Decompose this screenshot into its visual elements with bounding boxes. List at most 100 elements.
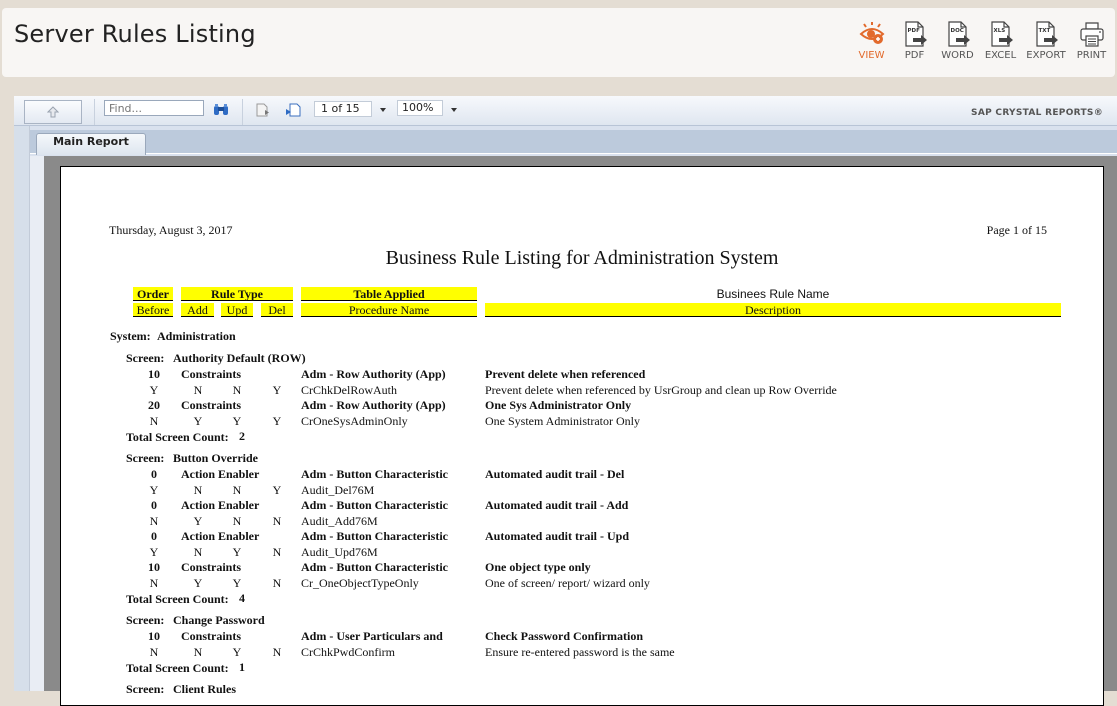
system-name: Administration — [157, 329, 236, 343]
rule-upd-flag: N — [232, 382, 242, 397]
viewer-toolbar: 1 of 15 100% SAP CRYSTAL REPORTS® — [14, 96, 1117, 126]
rule-type: Action Enabler — [181, 466, 260, 481]
rule-order: 10 — [148, 559, 160, 574]
group-tree-toggle[interactable] — [14, 126, 30, 691]
export-button[interactable]: TXT EXPORT — [1022, 20, 1070, 66]
col-header-del: Del — [261, 303, 293, 317]
rule-del-flag: Y — [272, 382, 282, 397]
search-button[interactable] — [212, 102, 230, 118]
page-title: Server Rules Listing — [14, 20, 256, 48]
total-screen-count-label: Total Screen Count: — [126, 660, 229, 675]
print-button[interactable]: PRINT — [1070, 20, 1113, 66]
rule-upd-flag: Y — [232, 575, 242, 590]
page-dropdown-arrow-icon[interactable] — [380, 108, 386, 112]
print-report-button[interactable] — [284, 102, 302, 118]
rule-type: Action Enabler — [181, 528, 260, 543]
rule-add-flag: N — [193, 482, 203, 497]
rule-table-applied: Adm - Row Authority (App) — [301, 397, 446, 412]
total-screen-count-label: Total Screen Count: — [126, 429, 229, 444]
left-panel — [30, 156, 44, 691]
rule-type: Constraints — [181, 397, 242, 412]
app-header: Server Rules Listing VIEW PDF PDF DOC WO… — [2, 8, 1115, 77]
excel-button[interactable]: XLS EXCEL — [979, 20, 1022, 66]
toolbar-separator — [94, 99, 95, 125]
rule-name: Automated audit trail - Del — [485, 466, 625, 481]
rule-description: Ensure re-entered password is the same — [485, 644, 675, 659]
toolbar-separator — [242, 99, 243, 125]
rule-del-flag: N — [272, 644, 282, 659]
rule-type: Constraints — [181, 366, 242, 381]
report-title: Business Rule Listing for Administration… — [385, 247, 779, 269]
print-label: PRINT — [1076, 50, 1107, 61]
col-header-rule-type: Rule Type — [181, 287, 293, 301]
rule-type: Constraints — [181, 628, 242, 643]
rule-add-flag: N — [193, 544, 203, 559]
col-header-before: Before — [133, 303, 173, 317]
pdf-button[interactable]: PDF PDF — [893, 20, 936, 66]
word-button[interactable]: DOC WORD — [936, 20, 979, 66]
rule-order: 20 — [148, 397, 160, 412]
rule-procedure-name: Audit_Upd76M — [301, 544, 378, 559]
rule-add-flag: N — [193, 382, 203, 397]
report-tabs: Main Report — [30, 130, 1117, 155]
printer-icon — [1079, 22, 1104, 47]
export-page-icon — [256, 103, 269, 117]
view-button[interactable]: VIEW — [850, 20, 893, 66]
view-label: VIEW — [858, 50, 885, 61]
screen-label: Screen: — [126, 613, 165, 627]
col-header-table-applied: Table Applied — [301, 287, 477, 301]
total-screen-count-value: 4 — [239, 590, 245, 605]
page-navigate-icon — [286, 103, 301, 117]
zoom-dropdown-arrow-icon[interactable] — [451, 108, 457, 112]
rule-upd-flag: N — [232, 482, 242, 497]
rule-upd-flag: Y — [232, 544, 242, 559]
rule-table-applied: Adm - Button Characteristic — [301, 497, 448, 512]
report-date: Thursday, August 3, 2017 — [109, 223, 233, 237]
pdf-label: PDF — [904, 50, 925, 61]
screen-name: Authority Default (ROW) — [173, 351, 306, 365]
rule-procedure-name: CrOneSysAdminOnly — [301, 413, 408, 428]
rule-description: Prevent delete when referenced by UsrGro… — [485, 382, 837, 397]
txt-file-icon: TXT — [1036, 21, 1058, 47]
rule-del-flag: N — [272, 544, 282, 559]
rule-procedure-name: CrChkDelRowAuth — [301, 382, 397, 397]
rule-before-flag: N — [149, 413, 159, 428]
zoom-selector[interactable]: 100% — [397, 100, 443, 116]
rule-procedure-name: Audit_Del76M — [301, 482, 375, 497]
rule-procedure-name: Audit_Add76M — [301, 513, 378, 528]
rule-description: One System Administrator Only — [485, 413, 640, 428]
system-label: System: — [110, 329, 151, 343]
export-report-button[interactable] — [254, 102, 272, 118]
rule-name: One Sys Administrator Only — [485, 397, 632, 412]
rule-upd-flag: Y — [232, 413, 242, 428]
xls-badge: XLS — [993, 28, 1005, 34]
screen-name: Button Override — [173, 451, 258, 465]
rule-before-flag: N — [149, 644, 159, 659]
export-label: EXPORT — [1026, 50, 1066, 61]
go-to-parent-button[interactable] — [24, 100, 82, 124]
rule-del-flag: N — [272, 513, 282, 528]
rule-name: Prevent delete when referenced — [485, 366, 646, 381]
document-area[interactable]: Thursday, August 3, 2017 Page 1 of 15 Bu… — [44, 156, 1117, 706]
rule-before-flag: Y — [149, 544, 159, 559]
find-input[interactable] — [104, 100, 204, 116]
eye-icon — [859, 22, 884, 44]
rule-table-applied: Adm - Button Characteristic — [301, 466, 448, 481]
report-page-number: Page 1 of 15 — [986, 223, 1047, 237]
rule-procedure-name: Cr_OneObjectTypeOnly — [301, 575, 419, 590]
rule-name: One object type only — [485, 559, 591, 574]
rule-before-flag: Y — [149, 382, 159, 397]
screen-label: Screen: — [126, 351, 165, 365]
rule-table-applied: Adm - User Particulars and — [301, 628, 443, 643]
screen-label: Screen: — [126, 682, 165, 696]
total-screen-count-value: 2 — [239, 428, 245, 443]
rule-order: 0 — [151, 528, 157, 543]
col-header-upd: Upd — [221, 303, 253, 317]
col-header-add: Add — [181, 303, 214, 317]
total-screen-count-label: Total Screen Count: — [126, 591, 229, 606]
page-selector[interactable]: 1 of 15 — [314, 101, 372, 117]
rule-name: Check Password Confirmation — [485, 628, 643, 643]
rule-order: 10 — [148, 628, 160, 643]
tab-main-report[interactable]: Main Report — [36, 133, 146, 155]
rule-table-applied: Adm - Button Characteristic — [301, 528, 448, 543]
